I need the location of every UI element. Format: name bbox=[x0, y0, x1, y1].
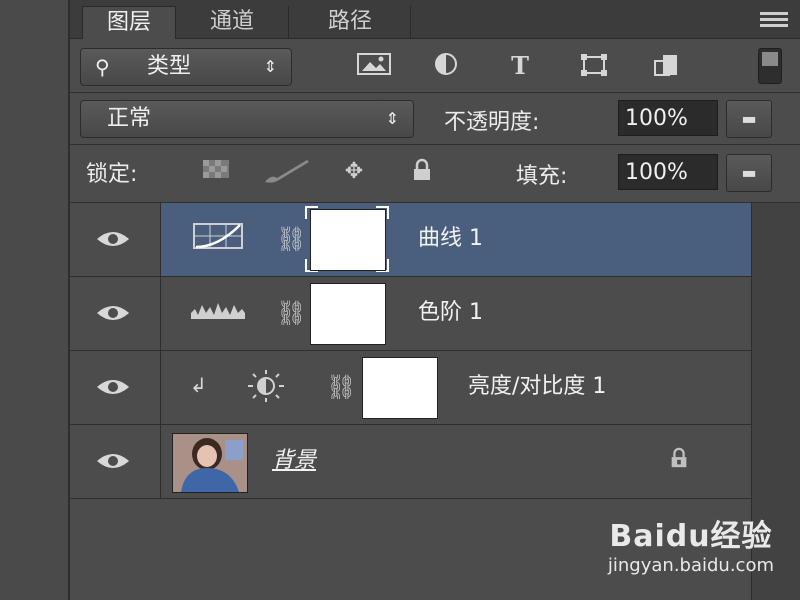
blend-mode-select[interactable]: 正常 ⇕ bbox=[80, 100, 414, 138]
layer-mask-thumbnail[interactable] bbox=[310, 209, 386, 271]
eye-icon bbox=[97, 306, 129, 320]
eye-icon bbox=[97, 454, 129, 468]
photo-thumbnail[interactable] bbox=[172, 433, 248, 493]
adjustment-filter-icon[interactable] bbox=[426, 52, 466, 80]
lock-transparent-pixels-icon[interactable] bbox=[198, 158, 234, 186]
clipping-arrow-icon: ↲ bbox=[190, 373, 207, 397]
filter-kind-select[interactable]: ⚲ 类型 ⇕ bbox=[80, 48, 292, 86]
layer-name[interactable]: 亮度/对比度 1 bbox=[468, 371, 606, 403]
lock-icon bbox=[664, 443, 694, 479]
filter-kind-label: 类型 bbox=[147, 54, 192, 79]
divider bbox=[70, 144, 800, 145]
opacity-label: 不透明度: bbox=[444, 110, 540, 135]
smart-object-filter-icon[interactable] bbox=[646, 52, 686, 80]
lock-label: 锁定: bbox=[86, 162, 138, 187]
panel-tab-bar: 图层 通道 路径 bbox=[70, 0, 800, 39]
blend-mode-label: 正常 bbox=[107, 106, 152, 131]
fill-label: 填充: bbox=[516, 164, 568, 189]
image-filter-icon[interactable] bbox=[354, 52, 394, 80]
shape-filter-icon[interactable] bbox=[574, 52, 614, 80]
link-icon[interactable]: ⛓ bbox=[276, 223, 306, 255]
opacity-input[interactable]: 100% bbox=[618, 100, 718, 136]
link-icon[interactable]: ⛓ bbox=[326, 371, 356, 403]
visibility-toggle[interactable] bbox=[70, 277, 161, 350]
select-arrows-icon: ⇕ bbox=[385, 109, 399, 128]
fill-input[interactable]: 100% bbox=[618, 154, 718, 190]
type-filter-icon[interactable]: T bbox=[500, 52, 540, 80]
layer-row-curves[interactable]: ⛓ 曲线 1 bbox=[70, 203, 752, 277]
layers-panel: 图层 通道 路径 ⚲ 类型 ⇕ T 正常 ⇕ 不透明度: 100% ▬ 锁定: … bbox=[70, 0, 800, 600]
eye-icon bbox=[97, 380, 129, 394]
levels-adjustment-icon bbox=[188, 295, 248, 331]
divider bbox=[70, 92, 800, 93]
curves-adjustment-icon bbox=[190, 221, 246, 257]
link-icon[interactable]: ⛓ bbox=[276, 297, 306, 329]
tab-paths[interactable]: 路径 bbox=[290, 6, 411, 38]
left-dock-strip bbox=[0, 0, 70, 600]
eye-icon bbox=[97, 232, 129, 246]
visibility-toggle[interactable] bbox=[70, 203, 161, 276]
layer-name[interactable]: 曲线 1 bbox=[418, 223, 483, 255]
lock-position-icon[interactable]: ✥ bbox=[334, 158, 374, 186]
watermark-logo: Baidu经验 bbox=[609, 519, 773, 554]
layer-mask-thumbnail[interactable] bbox=[310, 283, 386, 345]
brightness-contrast-adjustment-icon bbox=[238, 369, 294, 405]
layers-list: ⛓ 曲线 1 ⛓ 色阶 1 ↲ ⛓ 亮度/对比度 1 背景 bbox=[70, 203, 752, 499]
opacity-dropdown-button[interactable]: ▬ bbox=[726, 100, 772, 138]
watermark-url: jingyan.baidu.com bbox=[607, 555, 774, 576]
visibility-toggle[interactable] bbox=[70, 425, 161, 498]
layer-name[interactable]: 色阶 1 bbox=[418, 297, 483, 329]
visibility-toggle[interactable] bbox=[70, 351, 161, 424]
layer-row-background[interactable]: 背景 bbox=[70, 425, 752, 499]
search-icon: ⚲ bbox=[95, 55, 110, 79]
tab-channels[interactable]: 通道 bbox=[176, 6, 289, 38]
layer-mask-thumbnail[interactable] bbox=[362, 357, 438, 419]
filter-toggle-switch[interactable] bbox=[758, 48, 782, 84]
panel-menu-icon[interactable] bbox=[760, 12, 788, 30]
lock-image-pixels-icon[interactable] bbox=[262, 158, 312, 186]
layer-row-brightness-contrast[interactable]: ↲ ⛓ 亮度/对比度 1 bbox=[70, 351, 752, 425]
tab-layers[interactable]: 图层 bbox=[82, 6, 176, 39]
layer-row-levels[interactable]: ⛓ 色阶 1 bbox=[70, 277, 752, 351]
lock-all-icon[interactable] bbox=[404, 158, 440, 186]
layer-name[interactable]: 背景 bbox=[272, 445, 316, 477]
fill-dropdown-button[interactable]: ▬ bbox=[726, 154, 772, 192]
baidu-watermark: Baidu经验 jingyan.baidu.com bbox=[608, 511, 774, 576]
select-arrows-icon: ⇕ bbox=[263, 57, 277, 76]
